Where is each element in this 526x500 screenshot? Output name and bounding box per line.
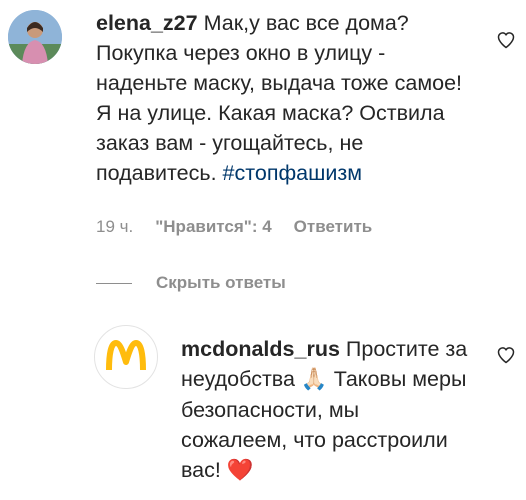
comment-text: Мак,у вас все дома? Покупка через окно в… <box>96 11 462 185</box>
hashtag-link[interactable]: #стопфашизм <box>223 161 362 185</box>
heart-outline-icon[interactable] <box>496 30 516 50</box>
likes-count[interactable]: "Нравится": 4 <box>155 217 271 237</box>
red-heart-emoji: ❤️ <box>226 458 254 483</box>
divider-line <box>96 282 132 284</box>
hide-replies-label: Скрыть ответы <box>156 273 286 292</box>
comment-body: elena_z27 Мак,у вас все дома? Покупка чер… <box>96 8 472 188</box>
reply-username[interactable]: mcdonalds_rus <box>181 337 340 361</box>
pray-emoji: 🙏🏻 <box>300 367 328 392</box>
reply-body: mcdonalds_rus Простите за неудобства 🙏🏻 Т… <box>181 334 471 486</box>
comment-username[interactable]: elena_z27 <box>96 11 198 35</box>
mcdonalds-logo[interactable] <box>94 325 158 389</box>
hide-replies-button[interactable]: Скрыть ответы <box>96 268 286 298</box>
reply-button[interactable]: Ответить <box>294 217 373 237</box>
user-avatar[interactable] <box>8 10 62 64</box>
comment-meta: 19 ч. "Нравится": 4 Ответить <box>96 212 372 242</box>
heart-outline-icon[interactable] <box>496 345 516 365</box>
comment-time[interactable]: 19 ч. <box>96 217 133 237</box>
